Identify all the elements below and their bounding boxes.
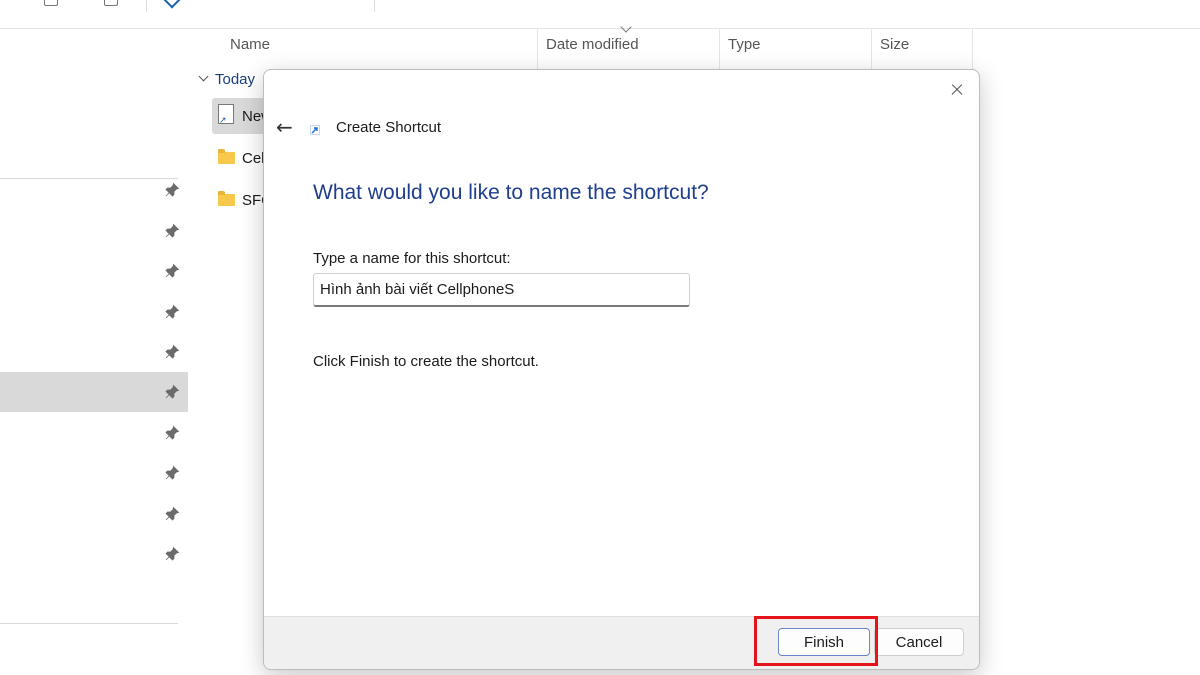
chevron-down-icon (198, 71, 209, 82)
cancel-button[interactable]: Cancel (874, 628, 964, 656)
file-name: CellphoneS (242, 150, 264, 167)
quick-access-item[interactable] (0, 211, 188, 251)
pin-icon[interactable] (164, 384, 180, 400)
pin-icon[interactable] (164, 263, 180, 279)
navigation-pane (0, 29, 190, 675)
nav-divider (0, 623, 178, 624)
group-header-today[interactable]: Today (198, 71, 256, 88)
back-arrow-icon: ← (276, 115, 293, 139)
quick-access-item[interactable] (0, 251, 188, 291)
quick-access-item[interactable] (0, 534, 188, 574)
close-icon[interactable] (941, 76, 973, 104)
create-shortcut-dialog: ← Create Shortcut What would you like to… (263, 69, 980, 670)
pin-icon[interactable] (164, 344, 180, 360)
pin-icon[interactable] (164, 546, 180, 562)
file-name: SFC (242, 192, 264, 209)
folder-icon (218, 149, 235, 164)
pin-icon[interactable] (164, 223, 180, 239)
paste-icon[interactable] (104, 0, 118, 6)
toolbar-separator (146, 0, 147, 12)
pin-icon[interactable] (164, 182, 180, 198)
quick-access-item[interactable] (0, 170, 188, 210)
column-header-type[interactable]: Type (720, 29, 872, 69)
quick-access-item[interactable] (0, 332, 188, 372)
pin-icon[interactable] (164, 506, 180, 522)
quick-access-item[interactable] (0, 453, 188, 493)
file-name: New (242, 108, 264, 125)
dialog-title: Create Shortcut (336, 119, 442, 136)
finish-hint-text: Click Finish to create the shortcut. (313, 353, 539, 370)
back-button[interactable]: ← (270, 114, 300, 140)
quick-access-item[interactable] (0, 494, 188, 534)
quick-access-item[interactable] (0, 372, 188, 412)
column-header-name[interactable]: Name (222, 29, 538, 69)
quick-access-item[interactable] (0, 292, 188, 332)
column-header-date-modified[interactable]: Date modified (538, 29, 720, 69)
copy-icon[interactable] (44, 0, 58, 6)
shortcut-icon (310, 125, 320, 135)
highlight-annotation (754, 616, 878, 666)
toolbar-separator (374, 0, 375, 12)
shortcut-name-input[interactable] (313, 273, 690, 307)
share-icon[interactable] (163, 0, 181, 9)
pin-icon[interactable] (164, 465, 180, 481)
folder-icon (218, 191, 235, 206)
shortcut-file-icon (218, 104, 234, 126)
command-bar (0, 0, 1200, 29)
column-header-size[interactable]: Size (872, 29, 973, 69)
pin-icon[interactable] (164, 425, 180, 441)
pin-icon[interactable] (164, 304, 180, 320)
group-label: Today (215, 71, 256, 88)
quick-access-item[interactable] (0, 413, 188, 453)
shortcut-name-label: Type a name for this shortcut: (313, 250, 511, 267)
wizard-heading: What would you like to name the shortcut… (313, 181, 709, 204)
